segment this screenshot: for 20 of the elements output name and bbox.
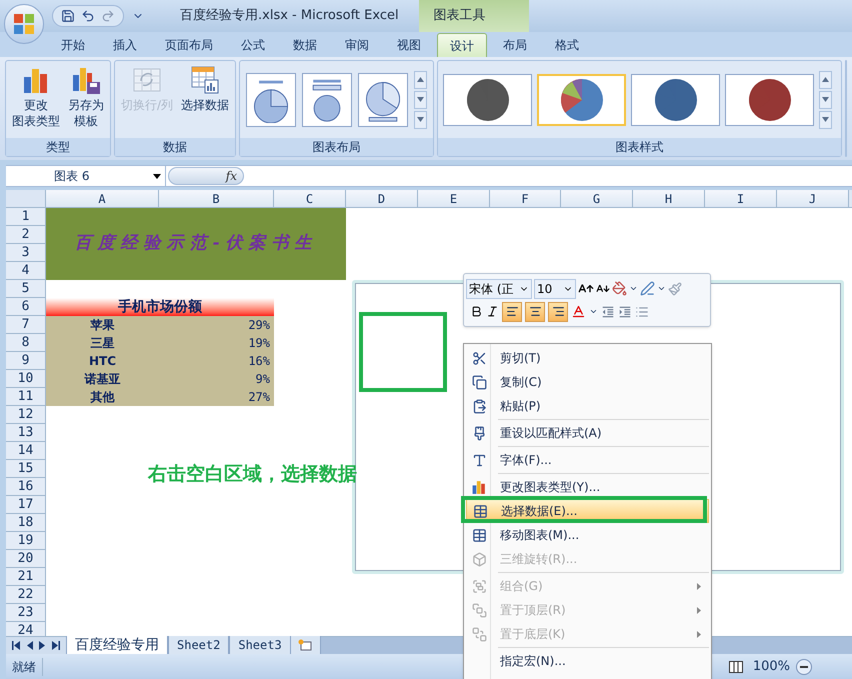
table-cell: 16% — [159, 352, 274, 370]
group-label: 类型 — [6, 138, 110, 156]
status-text: 就绪 — [6, 658, 43, 676]
table-cell: 诺基亚 — [46, 370, 159, 388]
table-cell: 其他 — [46, 388, 159, 406]
table-cell: 19% — [159, 334, 274, 352]
group-label: 图表样式 — [438, 138, 841, 156]
title-banner: 百度经验示范-伏案书生 — [46, 208, 346, 280]
group-label: 数据 — [115, 138, 236, 156]
group-label: 图表布局 — [240, 138, 433, 156]
annotation-text: 右击空白区域，选择数据 — [148, 462, 357, 487]
table-cell: 27% — [159, 388, 274, 406]
table-cell: HTC — [46, 352, 159, 370]
window-title: 百度经验专用.xlsx - Microsoft Excel — [180, 7, 399, 26]
table-cell: 三星 — [46, 334, 159, 352]
table-header-cell: 手机市场份额 — [46, 298, 274, 316]
table-cell: 苹果 — [46, 316, 159, 334]
table-cell: 29% — [159, 316, 274, 334]
context-tab-header: 图表工具 — [418, 0, 529, 32]
table-cell: 9% — [159, 370, 274, 388]
